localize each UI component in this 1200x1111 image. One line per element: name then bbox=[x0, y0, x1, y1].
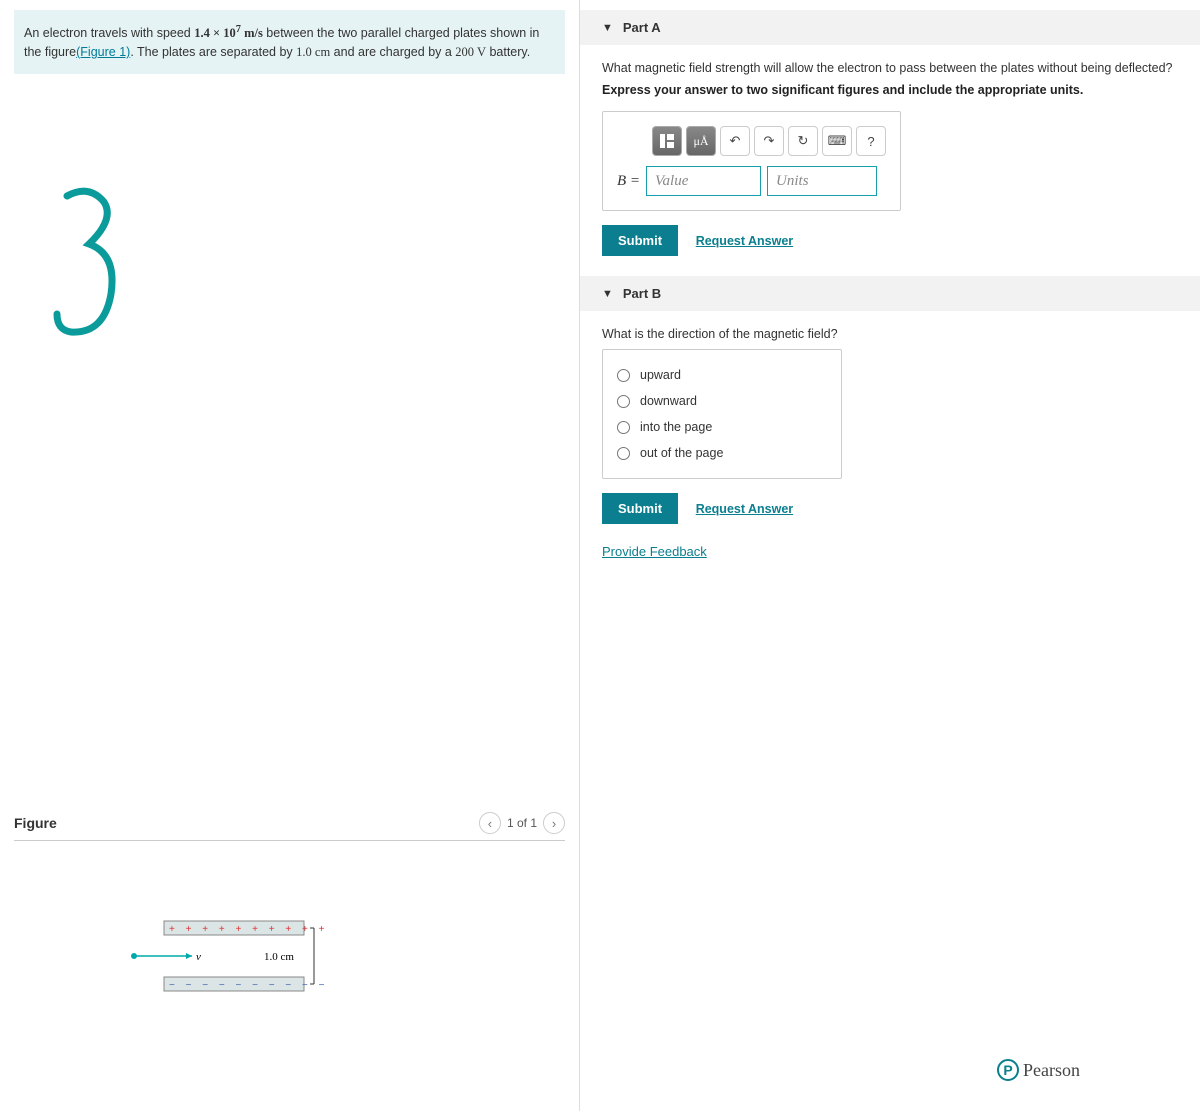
templates-button[interactable] bbox=[652, 126, 682, 156]
collapse-caret-icon: ▼ bbox=[602, 22, 613, 34]
separation-value: 1.0 cm bbox=[296, 45, 330, 59]
option-downward[interactable]: downward bbox=[617, 388, 827, 414]
figure-link[interactable]: (Figure 1) bbox=[76, 45, 130, 59]
figure-title: Figure bbox=[14, 815, 57, 831]
reset-button[interactable]: ↻ bbox=[788, 126, 818, 156]
problem-text: An electron travels with speed bbox=[24, 26, 194, 40]
part-b-request-answer-link[interactable]: Request Answer bbox=[696, 502, 793, 516]
part-a-request-answer-link[interactable]: Request Answer bbox=[696, 234, 793, 248]
figure-next-button[interactable]: › bbox=[543, 812, 565, 834]
units-input[interactable]: Units bbox=[767, 166, 877, 196]
value-input[interactable]: Value bbox=[646, 166, 761, 196]
figure-prev-button[interactable]: ‹ bbox=[479, 812, 501, 834]
pearson-logo: P Pearson bbox=[997, 1059, 1080, 1081]
svg-text:1.0 cm: 1.0 cm bbox=[264, 951, 294, 963]
option-out-of-page[interactable]: out of the page bbox=[617, 440, 827, 466]
part-a-instruction: Express your answer to two significant f… bbox=[602, 83, 1178, 97]
part-b-header[interactable]: ▼ Part B bbox=[580, 276, 1200, 311]
handwritten-3-annotation bbox=[49, 184, 129, 354]
part-a-submit-button[interactable]: Submit bbox=[602, 225, 678, 256]
part-a-answer-box: μÅ ↶ ↷ ↻ ⌨ ? B = Value Units bbox=[602, 111, 901, 211]
part-b-options: upward downward into the page out of the… bbox=[602, 349, 842, 479]
help-button[interactable]: ? bbox=[856, 126, 886, 156]
variable-label: B = bbox=[617, 173, 640, 190]
svg-text:− − − − − − − − − −: − − − − − − − − − − bbox=[169, 980, 328, 991]
part-a-question: What magnetic field strength will allow … bbox=[602, 61, 1178, 75]
speed-value: 1.4 × 107 m/s bbox=[194, 26, 263, 40]
part-b-question: What is the direction of the magnetic fi… bbox=[602, 327, 1178, 341]
figure-diagram: + + + + + + + + + + − − − − − − − − − − … bbox=[14, 901, 374, 1021]
figure-page-label: 1 of 1 bbox=[507, 816, 537, 830]
part-a-header[interactable]: ▼ Part A bbox=[580, 10, 1200, 45]
collapse-caret-icon: ▼ bbox=[602, 288, 613, 300]
option-into-page[interactable]: into the page bbox=[617, 414, 827, 440]
annotation-area bbox=[14, 74, 565, 634]
undo-button[interactable]: ↶ bbox=[720, 126, 750, 156]
svg-text:+ + + + + + + + + +: + + + + + + + + + + bbox=[169, 924, 328, 935]
greek-symbols-button[interactable]: μÅ bbox=[686, 126, 716, 156]
redo-button[interactable]: ↷ bbox=[754, 126, 784, 156]
keyboard-button[interactable]: ⌨ bbox=[822, 126, 852, 156]
figure-scroll-area[interactable]: + + + + + + + + + + − − − − − − − − − − … bbox=[14, 841, 565, 1101]
part-b-submit-button[interactable]: Submit bbox=[602, 493, 678, 524]
option-upward[interactable]: upward bbox=[617, 362, 827, 388]
problem-statement: An electron travels with speed 1.4 × 107… bbox=[14, 10, 565, 74]
provide-feedback-link[interactable]: Provide Feedback bbox=[602, 544, 707, 559]
svg-text:v⃗: v⃗ bbox=[196, 951, 209, 963]
voltage-value: 200 V bbox=[455, 45, 486, 59]
pearson-p-icon: P bbox=[997, 1059, 1019, 1081]
